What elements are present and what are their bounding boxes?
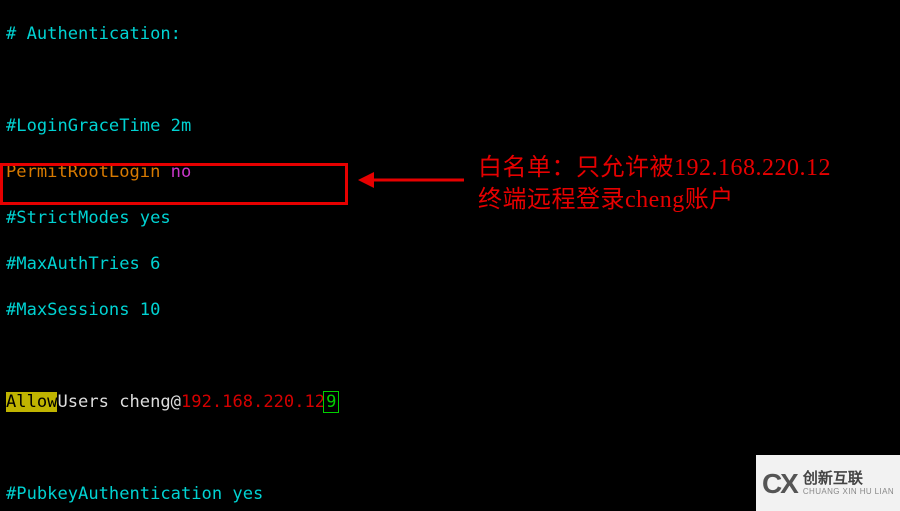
terminal-editor[interactable]: # Authentication: #LoginGraceTime 2m Per… bbox=[0, 0, 900, 511]
callout-text: 白名单：只允许被192.168.220.12 终端远程登录cheng账户 bbox=[478, 152, 831, 216]
config-line: #MaxSessions 10 bbox=[6, 299, 894, 322]
allowusers-line: AllowUsers cheng@192.168.220.129 bbox=[6, 391, 894, 414]
watermark-cn: 创新互联 bbox=[803, 471, 894, 486]
cursor: 9 bbox=[323, 391, 339, 413]
config-line: # Authentication: bbox=[6, 23, 894, 46]
watermark-badge: CX 创新互联 CHUANG XIN HU LIAN bbox=[756, 455, 900, 511]
blank-line bbox=[6, 345, 894, 368]
watermark-py: CHUANG XIN HU LIAN bbox=[803, 488, 894, 496]
watermark-logo: CX bbox=[762, 472, 797, 495]
config-line: #LoginGraceTime 2m bbox=[6, 115, 894, 138]
blank-line bbox=[6, 69, 894, 92]
config-line: #MaxAuthTries 6 bbox=[6, 253, 894, 276]
